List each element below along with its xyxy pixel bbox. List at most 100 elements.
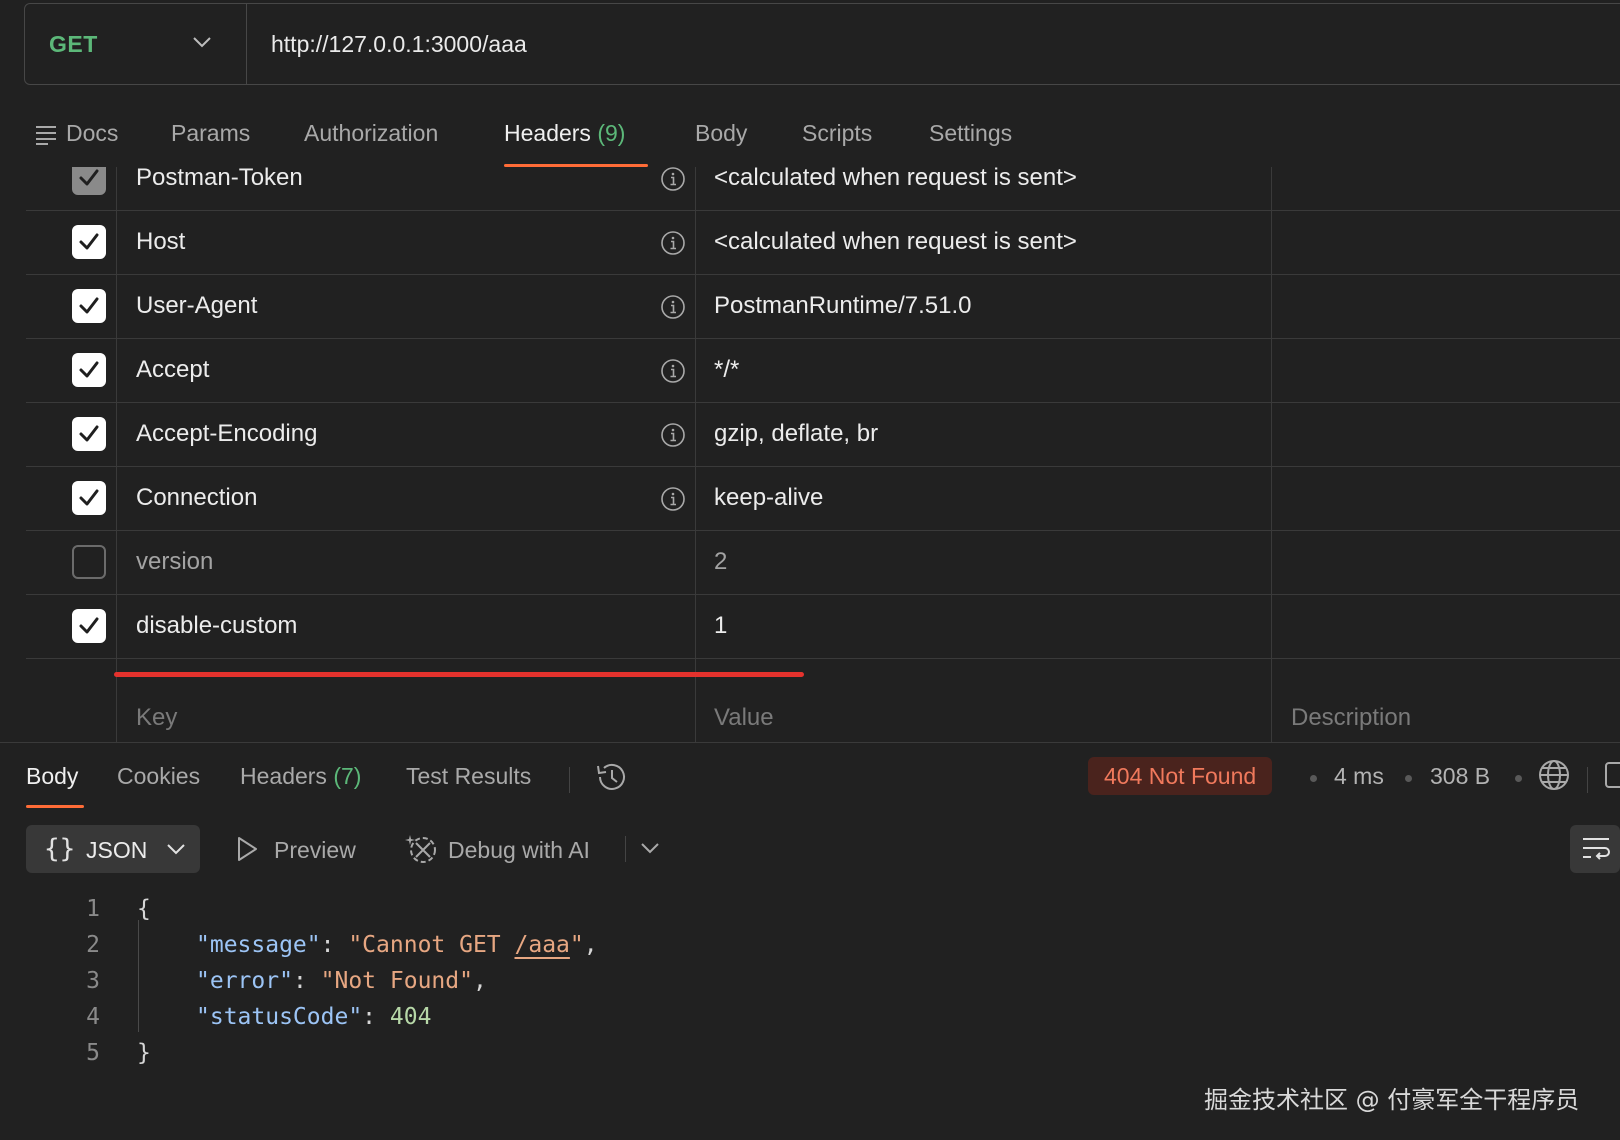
save-response-icon[interactable] [1604, 760, 1620, 790]
info-icon[interactable] [660, 167, 686, 197]
check-icon [79, 297, 99, 314]
header-value[interactable]: 2 [714, 548, 727, 576]
json-link[interactable]: /aaa [515, 932, 570, 958]
header-value[interactable]: <calculated when request is sent> [714, 228, 1077, 256]
tab-headers-label: Headers [504, 120, 591, 146]
header-key[interactable]: disable-custom [136, 612, 297, 640]
new-header-row: Key Value Description [26, 685, 1620, 742]
line-number: 3 [86, 968, 100, 994]
tab-response-headers-label: Headers [240, 763, 327, 789]
response-size[interactable]: 308 B [1430, 763, 1490, 790]
format-select[interactable]: {} JSON [26, 825, 200, 873]
check-icon [79, 169, 99, 186]
ai-debug-icon [405, 835, 436, 863]
tab-params[interactable]: Params [171, 120, 250, 147]
separator-dot [1405, 775, 1412, 782]
chevron-down-icon [193, 37, 211, 48]
tab-headers[interactable]: Headers (9) [504, 120, 625, 147]
response-time[interactable]: 4 ms [1334, 763, 1384, 790]
tab-scripts[interactable]: Scripts [802, 120, 872, 147]
tab-test-results[interactable]: Test Results [406, 763, 531, 790]
response-tabs: Body Cookies Headers (7) Test Results 40… [0, 742, 1620, 808]
json-number: 404 [389, 1004, 432, 1030]
url-input[interactable]: http://127.0.0.1:3000/aaa [247, 31, 527, 58]
check-icon [79, 489, 99, 506]
header-enabled-checkbox[interactable] [72, 353, 106, 387]
check-icon [79, 425, 99, 442]
line-number: 1 [86, 896, 100, 922]
header-row: User-Agent PostmanRuntime/7.51.0 [26, 273, 1620, 339]
divider [625, 836, 626, 862]
tab-settings[interactable]: Settings [929, 120, 1012, 147]
play-icon [238, 837, 257, 861]
method-select[interactable]: GET [25, 4, 247, 84]
header-enabled-checkbox[interactable] [72, 417, 106, 451]
chevron-down-icon[interactable] [640, 842, 660, 854]
header-row: Connection keep-alive [26, 465, 1620, 531]
wrap-lines-button[interactable] [1570, 825, 1620, 873]
header-enabled-checkbox[interactable] [72, 225, 106, 259]
debug-with-ai-button[interactable]: Debug with AI [448, 837, 590, 864]
header-key[interactable]: User-Agent [136, 292, 257, 320]
value-input[interactable]: Value [714, 704, 774, 732]
line-number: 2 [86, 932, 100, 958]
docs-icon [36, 126, 56, 145]
info-icon[interactable] [660, 486, 686, 517]
header-enabled-checkbox[interactable] [72, 545, 106, 579]
indent-guide [138, 920, 139, 1032]
description-input[interactable]: Description [1291, 704, 1411, 732]
json-key: "error" [196, 968, 293, 994]
tab-response-body[interactable]: Body [26, 763, 78, 790]
active-response-tab-indicator [26, 805, 84, 808]
info-icon[interactable] [660, 230, 686, 261]
header-value[interactable]: 1 [714, 612, 727, 640]
header-key[interactable]: Host [136, 228, 185, 256]
tab-body[interactable]: Body [695, 120, 747, 147]
code-line: "message": "Cannot GET /aaa", [196, 932, 598, 958]
highlight-underline [114, 672, 804, 677]
header-key[interactable]: version [136, 548, 213, 576]
header-enabled-checkbox[interactable] [72, 167, 106, 195]
code-line: "statusCode": 404 [196, 1004, 432, 1030]
key-input[interactable]: Key [136, 704, 177, 732]
info-icon[interactable] [660, 358, 686, 389]
header-enabled-checkbox[interactable] [72, 609, 106, 643]
header-value[interactable]: <calculated when request is sent> [714, 167, 1077, 192]
status-badge[interactable]: 404 Not Found [1088, 757, 1273, 795]
tab-cookies[interactable]: Cookies [117, 763, 200, 790]
headers-table: Postman-Token <calculated when request is… [26, 167, 1620, 742]
divider [569, 767, 570, 793]
separator-dot [1515, 775, 1522, 782]
header-value[interactable]: PostmanRuntime/7.51.0 [714, 292, 971, 320]
info-icon[interactable] [660, 422, 686, 453]
check-icon [79, 617, 99, 634]
header-key[interactable]: Postman-Token [136, 167, 303, 192]
url-bar: GET http://127.0.0.1:3000/aaa [24, 3, 1620, 85]
header-row: disable-custom 1 [26, 593, 1620, 659]
header-enabled-checkbox[interactable] [72, 289, 106, 323]
header-row: version 2 [26, 529, 1620, 595]
header-key[interactable]: Accept-Encoding [136, 420, 317, 448]
method-label: GET [49, 30, 98, 57]
header-value[interactable]: gzip, deflate, br [714, 420, 878, 448]
tab-response-headers[interactable]: Headers (7) [240, 763, 361, 790]
json-string: "Cannot GET [348, 932, 515, 958]
info-icon[interactable] [660, 294, 686, 325]
braces-icon: {} [44, 834, 76, 864]
format-label: JSON [86, 837, 148, 863]
history-icon[interactable] [594, 761, 628, 793]
check-icon [79, 233, 99, 250]
check-icon [79, 361, 99, 378]
wrap-lines-icon [1583, 838, 1610, 860]
header-key[interactable]: Connection [136, 484, 257, 512]
globe-icon[interactable] [1537, 758, 1571, 792]
tab-authorization[interactable]: Authorization [304, 120, 438, 147]
divider [1587, 767, 1588, 793]
code-line: "error": "Not Found", [196, 968, 487, 994]
header-enabled-checkbox[interactable] [72, 481, 106, 515]
tab-docs[interactable]: Docs [66, 120, 118, 147]
preview-button[interactable]: Preview [274, 837, 356, 864]
header-value[interactable]: keep-alive [714, 484, 823, 512]
header-key[interactable]: Accept [136, 356, 209, 384]
header-value[interactable]: */* [714, 356, 739, 384]
